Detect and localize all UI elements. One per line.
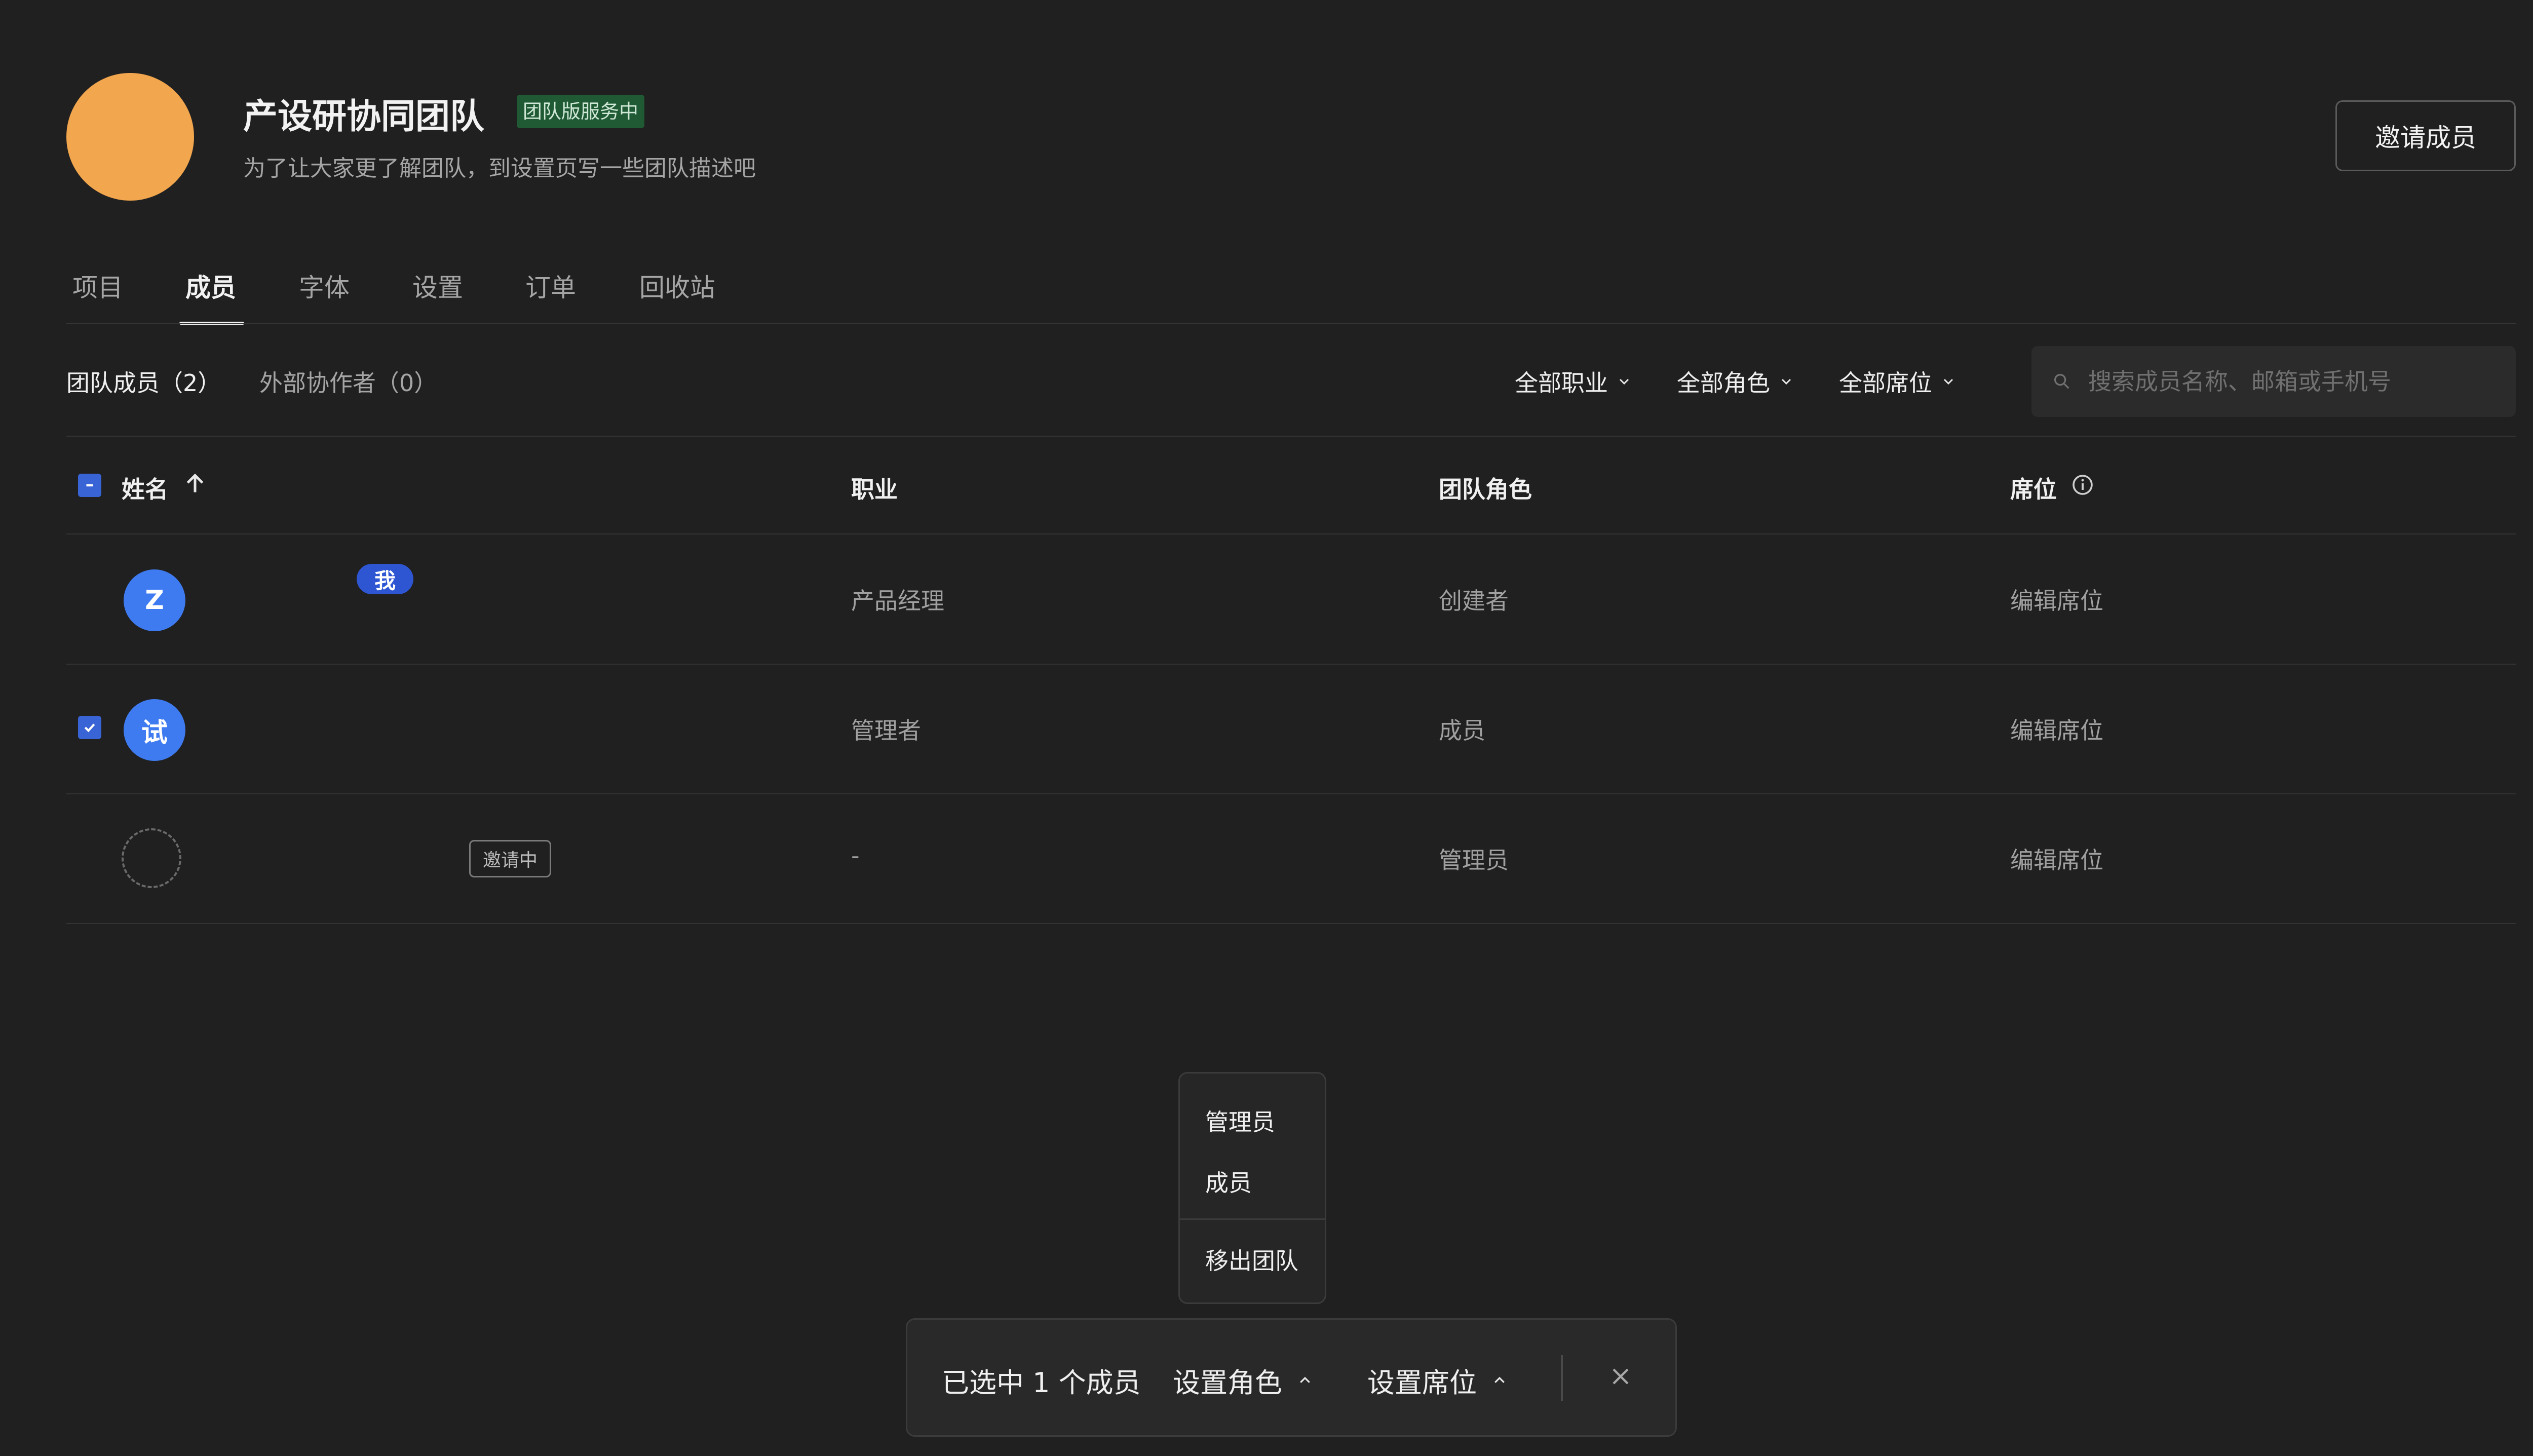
service-status-badge: 团队版服务中 (517, 95, 645, 128)
seat-filter-label: 全部席位 (1839, 369, 1932, 397)
selected-count-text: 已选中 1 个成员 (942, 1367, 1141, 1399)
check-icon (84, 723, 95, 733)
seat-filter[interactable]: 全部席位 (1839, 365, 1954, 398)
action-bar-separator (1561, 1355, 1563, 1401)
filter-divider (66, 436, 2516, 437)
info-icon[interactable] (2070, 473, 2095, 497)
set-seat-label: 设置席位 (1367, 1367, 1477, 1399)
role-filter-label: 全部角色 (1677, 369, 1770, 397)
row-divider (66, 923, 2516, 924)
menu-item-remove-from-team[interactable]: 移出团队 (1205, 1243, 1298, 1276)
search-input[interactable] (2087, 367, 2494, 396)
member-search-box[interactable] (2031, 346, 2516, 417)
row-divider (66, 793, 2516, 794)
chevron-down-icon (1781, 378, 1791, 385)
close-action-bar-button[interactable] (1605, 1361, 1636, 1392)
column-header-profession: 职业 (851, 476, 898, 503)
chevron-up-icon (1300, 1376, 1310, 1383)
set-role-label: 设置角色 (1173, 1367, 1282, 1399)
chevron-down-icon (1619, 378, 1629, 385)
tab-projects[interactable]: 项目 (72, 267, 123, 304)
tab-members[interactable]: 成员 (185, 267, 236, 304)
menu-item-admin[interactable]: 管理员 (1205, 1104, 1275, 1137)
me-badge: 我 (357, 564, 413, 594)
tab-orders[interactable]: 订单 (525, 267, 576, 304)
column-header-name-label: 姓名 (122, 476, 168, 503)
profession-filter-label: 全部职业 (1515, 369, 1608, 397)
menu-item-member[interactable]: 成员 (1205, 1165, 1252, 1198)
select-all-checkbox[interactable] (78, 474, 101, 497)
tab-fonts[interactable]: 字体 (299, 267, 350, 304)
avatar: 试 (124, 699, 185, 761)
row-divider (66, 533, 2516, 534)
sort-ascending-icon[interactable] (182, 471, 208, 496)
avatar: Z (124, 569, 185, 631)
set-role-button[interactable]: 设置角色 (1173, 1360, 1313, 1400)
invite-member-button[interactable]: 邀请成员 (2335, 100, 2516, 171)
role-dropdown-menu: 管理员 成员 移出团队 (1178, 1072, 1326, 1304)
close-icon (1613, 1368, 1629, 1385)
role-filter[interactable]: 全部角色 (1677, 365, 1792, 398)
member-seat[interactable]: 编辑席位 (2010, 583, 2103, 616)
indeterminate-icon (86, 484, 93, 487)
member-profession: 产品经理 (851, 587, 944, 615)
column-header-seat: 席位 (2010, 476, 2057, 503)
member-seat[interactable]: 编辑席位 (2010, 712, 2103, 746)
chevron-down-icon (1943, 378, 1953, 385)
tabs-divider (66, 323, 2516, 324)
subtab-team-members[interactable]: 团队成员（2） (66, 365, 221, 398)
member-profession: - (851, 842, 860, 869)
member-role: 成员 (1439, 717, 1485, 744)
subtab-external-collaborators[interactable]: 外部协作者（0） (259, 365, 437, 398)
inviting-status-badge: 邀请中 (469, 840, 552, 877)
chevron-up-icon (1494, 1376, 1505, 1383)
row-divider (66, 664, 2516, 665)
tab-settings[interactable]: 设置 (412, 267, 463, 304)
search-icon (2054, 374, 2069, 389)
tab-recycle-bin[interactable]: 回收站 (639, 267, 715, 304)
column-header-role: 团队角色 (1439, 476, 1532, 503)
row-checkbox[interactable] (78, 716, 101, 739)
team-avatar[interactable] (66, 73, 194, 201)
set-seat-button[interactable]: 设置席位 (1367, 1360, 1507, 1400)
column-header-name[interactable]: 姓名 (122, 471, 168, 505)
team-name: 产设研协同团队 (243, 97, 485, 137)
team-description: 为了让大家更了解团队，到设置页写一些团队描述吧 (243, 156, 756, 181)
menu-divider (1180, 1218, 1325, 1220)
member-profession: 管理者 (851, 717, 921, 744)
profession-filter[interactable]: 全部职业 (1515, 365, 1630, 398)
bulk-action-bar: 已选中 1 个成员 设置角色 设置席位 (906, 1318, 1677, 1437)
avatar-placeholder (122, 828, 181, 888)
member-role: 创建者 (1439, 587, 1509, 615)
member-seat[interactable]: 编辑席位 (2010, 842, 2103, 875)
member-role: 管理员 (1439, 847, 1509, 874)
